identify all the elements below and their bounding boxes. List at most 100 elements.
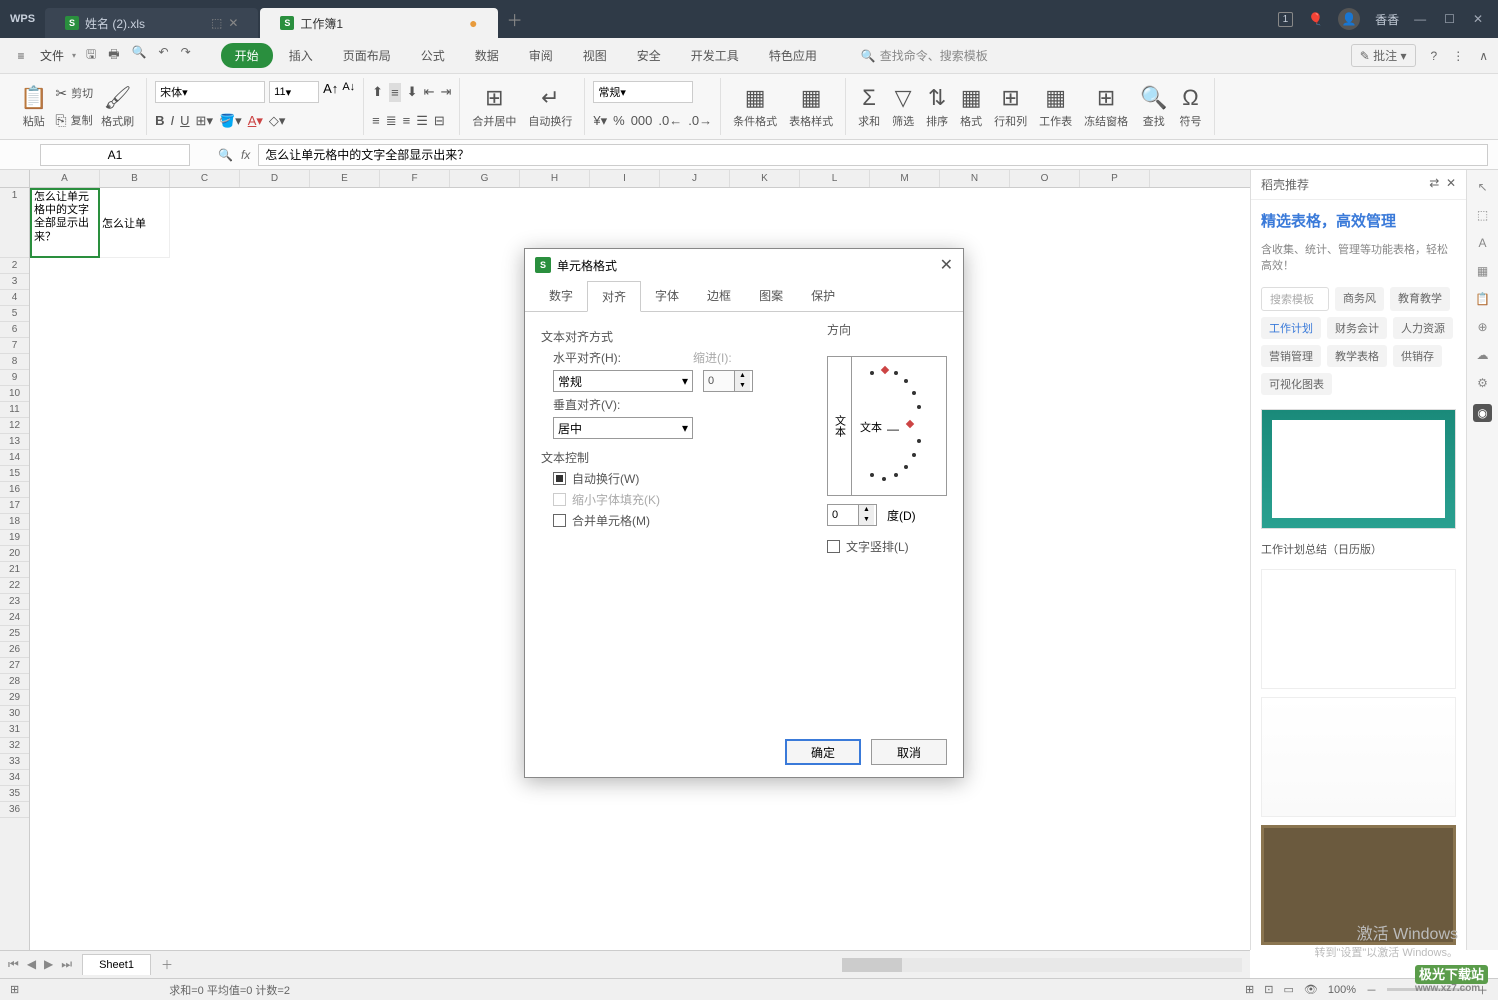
fx-icon[interactable]: fx xyxy=(241,148,250,162)
gift-icon[interactable]: 🎈 xyxy=(1308,12,1323,26)
indent-spinner[interactable]: ▲▼ xyxy=(703,370,753,392)
table-style-button[interactable]: ▦表格样式 xyxy=(785,85,837,129)
cell-a1[interactable]: 怎么让单元格中的文字全部显示出来？ xyxy=(30,188,100,258)
column-header[interactable]: C xyxy=(170,170,240,187)
v-align-select[interactable]: 居中▾ xyxy=(553,417,693,439)
tag-item[interactable]: 搜索模板 xyxy=(1261,287,1329,311)
new-tab-button[interactable]: ＋ xyxy=(500,7,530,31)
row-header[interactable]: 1 xyxy=(0,188,29,258)
clipboard-icon[interactable]: 📋 xyxy=(1475,292,1490,306)
ribbon-tab-insert[interactable]: 插入 xyxy=(275,43,327,68)
row-header[interactable]: 30 xyxy=(0,706,29,722)
row-header[interactable]: 12 xyxy=(0,418,29,434)
dialog-tab-pattern[interactable]: 图案 xyxy=(745,281,797,311)
align-left-icon[interactable]: ≡ xyxy=(372,113,380,128)
row-header[interactable]: 23 xyxy=(0,594,29,610)
dialog-tab-align[interactable]: 对齐 xyxy=(587,281,641,312)
tab-close-icon[interactable]: ✕ xyxy=(228,16,238,30)
row-header[interactable]: 26 xyxy=(0,642,29,658)
view-read-icon[interactable]: 👁 xyxy=(1304,983,1318,996)
row-header[interactable]: 25 xyxy=(0,626,29,642)
sheet-tab-1[interactable]: Sheet1 xyxy=(82,954,151,975)
row-header[interactable]: 28 xyxy=(0,674,29,690)
column-header[interactable]: B xyxy=(100,170,170,187)
sum-button[interactable]: Σ求和 xyxy=(854,85,884,129)
search-box[interactable]: 🔍 查找命令、搜索模板 xyxy=(861,47,988,64)
tag-item[interactable]: 教学表格 xyxy=(1327,345,1387,367)
history-icon[interactable]: ⊕ xyxy=(1477,320,1487,334)
copy-button[interactable]: ⎘复制 xyxy=(55,112,93,129)
row-header[interactable]: 22 xyxy=(0,578,29,594)
column-header[interactable]: E xyxy=(310,170,380,187)
decrease-font-icon[interactable]: A↓ xyxy=(342,81,355,103)
panel-close-icon[interactable]: ✕ xyxy=(1446,176,1456,190)
column-header[interactable]: M xyxy=(870,170,940,187)
cell-b1[interactable]: 怎么让单 xyxy=(100,188,170,258)
cond-format-button[interactable]: ▦条件格式 xyxy=(729,85,781,129)
row-header[interactable]: 5 xyxy=(0,306,29,322)
row-header[interactable]: 17 xyxy=(0,498,29,514)
row-header[interactable]: 36 xyxy=(0,802,29,818)
symbol-button[interactable]: Ω符号 xyxy=(1176,85,1206,129)
name-box[interactable]: A1 xyxy=(40,144,190,166)
ribbon-tab-dev[interactable]: 开发工具 xyxy=(677,43,753,68)
tab-file-1[interactable]: S 姓名 (2).xls ⬚ ✕ xyxy=(45,8,258,38)
cancel-button[interactable]: 取消 xyxy=(871,739,947,765)
template-thumb-1[interactable] xyxy=(1261,409,1456,529)
column-header[interactable]: P xyxy=(1080,170,1150,187)
tag-item[interactable]: 可视化图表 xyxy=(1261,373,1332,395)
row-header[interactable]: 4 xyxy=(0,290,29,306)
tag-item[interactable]: 商务风 xyxy=(1335,287,1384,311)
degree-input[interactable] xyxy=(828,505,858,525)
dialog-tab-font[interactable]: 字体 xyxy=(641,281,693,311)
format-painter-button[interactable]: 🖌格式刷 xyxy=(97,85,138,129)
row-header[interactable]: 31 xyxy=(0,722,29,738)
tag-item[interactable]: 教育教学 xyxy=(1390,287,1450,311)
ribbon-tab-data[interactable]: 数据 xyxy=(461,43,513,68)
menu-icon[interactable]: ≡ xyxy=(10,49,32,63)
vertical-text-button[interactable]: 文本 xyxy=(828,357,852,495)
indent-dec-icon[interactable]: ⇤ xyxy=(424,84,435,100)
tag-item[interactable]: 工作计划 xyxy=(1261,317,1321,339)
horizontal-scrollbar[interactable] xyxy=(842,958,1242,972)
align-center-icon[interactable]: ≣ xyxy=(386,113,397,129)
column-header[interactable]: A xyxy=(30,170,100,187)
panel-settings-icon[interactable]: ⇄ xyxy=(1429,176,1439,190)
sheet-nav-first[interactable]: ⏮ xyxy=(8,957,19,972)
worksheet-button[interactable]: ▦工作表 xyxy=(1035,85,1076,129)
row-header[interactable]: 14 xyxy=(0,450,29,466)
indent-input[interactable] xyxy=(704,371,734,391)
row-header[interactable]: 7 xyxy=(0,338,29,354)
view-normal-icon[interactable]: ⊞ xyxy=(1245,983,1254,996)
row-header[interactable]: 34 xyxy=(0,770,29,786)
comma-icon[interactable]: 000 xyxy=(631,113,653,128)
clear-format-icon[interactable]: ◇▾ xyxy=(269,113,286,129)
ok-button[interactable]: 确定 xyxy=(785,739,861,765)
font-name-select[interactable]: 宋体 ▾ xyxy=(155,81,265,103)
notification-badge[interactable]: 1 xyxy=(1278,12,1294,27)
ribbon-tab-view[interactable]: 视图 xyxy=(569,43,621,68)
row-header[interactable]: 16 xyxy=(0,482,29,498)
ribbon-tab-start[interactable]: 开始 xyxy=(221,43,273,68)
row-header[interactable]: 9 xyxy=(0,370,29,386)
close-icon[interactable]: ✕ xyxy=(1473,12,1483,26)
tag-item[interactable]: 供销存 xyxy=(1393,345,1442,367)
column-header[interactable]: N xyxy=(940,170,1010,187)
cut-button[interactable]: ✂剪切 xyxy=(55,85,93,102)
ribbon-tab-special[interactable]: 特色应用 xyxy=(755,43,831,68)
border-icon[interactable]: ⊞▾ xyxy=(196,113,213,129)
zoom-value[interactable]: 100% xyxy=(1328,984,1356,996)
h-align-select[interactable]: 常规▾ xyxy=(553,370,693,392)
sheet-nav-last[interactable]: ⏭ xyxy=(61,957,72,972)
font-color-icon[interactable]: A▾ xyxy=(248,113,263,129)
row-header[interactable]: 8 xyxy=(0,354,29,370)
fill-color-icon[interactable]: 🪣▾ xyxy=(219,113,242,129)
underline-icon[interactable]: U xyxy=(180,113,189,128)
freeze-button[interactable]: ⊞冻结窗格 xyxy=(1080,85,1132,129)
maximize-icon[interactable]: ☐ xyxy=(1444,12,1455,26)
layers-icon[interactable]: ▦ xyxy=(1477,264,1488,278)
indent-inc-icon[interactable]: ⇥ xyxy=(440,84,451,100)
row-header[interactable]: 18 xyxy=(0,514,29,530)
ribbon-tab-review[interactable]: 审阅 xyxy=(515,43,567,68)
number-format-select[interactable]: 常规 ▾ xyxy=(593,81,693,103)
